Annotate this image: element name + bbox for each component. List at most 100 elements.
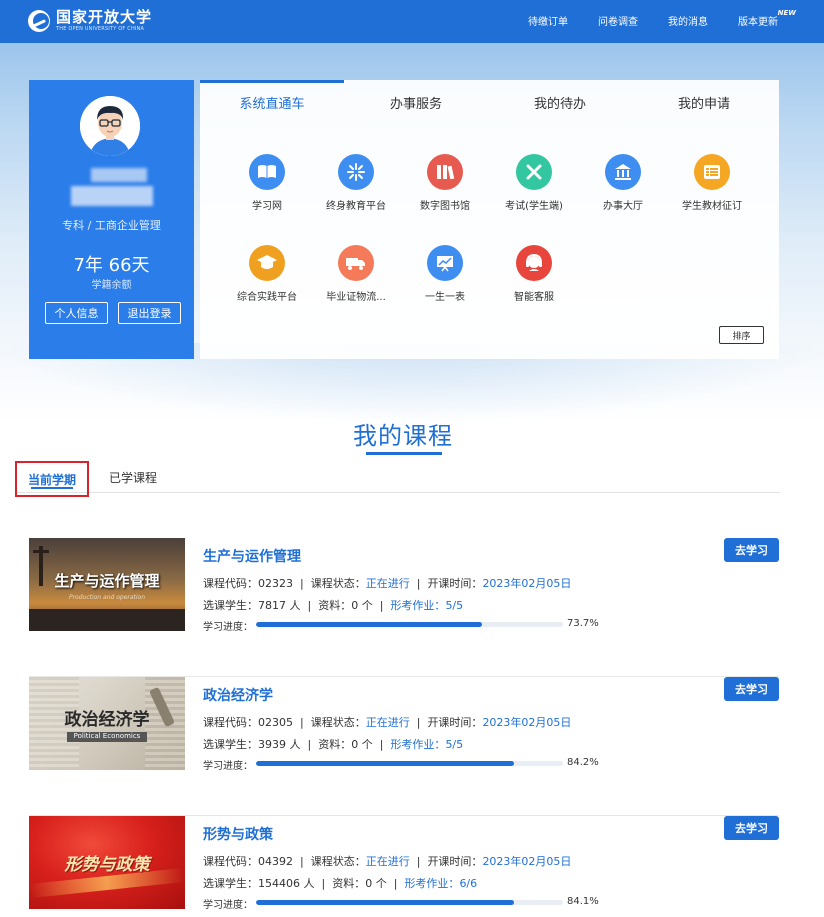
- service-practice-platform[interactable]: 综合实践平台: [222, 245, 312, 303]
- service-exam-student[interactable]: 考试(学生端): [489, 154, 579, 212]
- truck-icon: [338, 245, 374, 281]
- course-code: 02323: [258, 577, 293, 590]
- course-students: 7817 人: [258, 599, 301, 612]
- course-name[interactable]: 政治经济学: [203, 685, 273, 705]
- sort-button[interactable]: 排序: [719, 326, 764, 344]
- progress-fill: [256, 900, 515, 905]
- thumbnail-title: 生产与运作管理: [54, 572, 160, 590]
- course-start-date: 2023年02月05日: [482, 577, 572, 590]
- chart-board-icon: [427, 245, 463, 281]
- progress-bar: [256, 761, 563, 766]
- id-redacted: [71, 186, 153, 206]
- go-study-button[interactable]: 去学习: [724, 538, 779, 562]
- courses-title: 我的课程: [353, 422, 453, 450]
- nav-survey[interactable]: 问卷调查: [598, 13, 638, 28]
- tab-system-shortcuts[interactable]: 系统直通车: [200, 80, 344, 124]
- progress-bar: [256, 900, 563, 905]
- course-name[interactable]: 生产与运作管理: [203, 546, 301, 566]
- list-icon: [694, 154, 730, 190]
- course-thumbnail[interactable]: 生产与运作管理 Production and operation: [29, 538, 185, 631]
- nav-pending-orders[interactable]: 待缴订单: [528, 13, 568, 28]
- course-status: 正在进行: [365, 577, 410, 590]
- course-code: 04392: [258, 855, 293, 868]
- course-homework-link[interactable]: 形考作业：5/5: [390, 599, 463, 612]
- avatar[interactable]: [80, 96, 140, 156]
- nav-my-messages[interactable]: 我的消息: [668, 13, 708, 28]
- course-start-date: 2023年02月05日: [482, 716, 572, 729]
- course-code: 02305: [258, 716, 293, 729]
- building-icon: [605, 154, 641, 190]
- tab-my-applications[interactable]: 我的申请: [632, 80, 776, 124]
- tab-services[interactable]: 办事服务: [344, 80, 488, 124]
- top-nav: 待缴订单 问卷调查 我的消息 版本更新 NEW: [528, 9, 796, 28]
- service-lifelong-education[interactable]: 终身教育平台: [311, 154, 401, 212]
- service-textbook-order[interactable]: 学生教材征订: [667, 154, 757, 212]
- tab-current-semester[interactable]: 当前学期: [15, 461, 89, 497]
- logo-mark-icon: [28, 10, 50, 32]
- progress-label: 学习进度：: [203, 900, 253, 911]
- course-thumbnail[interactable]: 政治经济学 Political Economics: [29, 677, 185, 770]
- student-major: 专科 / 工商企业管理: [62, 219, 161, 232]
- services-tabs: 系统直通车 办事服务 我的待办 我的申请: [200, 80, 779, 124]
- avatar-illustration-icon: [80, 96, 140, 156]
- thumbnail-subtitle: Political Economics: [73, 732, 141, 740]
- course-students: 3939 人: [258, 738, 301, 751]
- course-materials: 0 个: [351, 599, 373, 612]
- logout-button[interactable]: 退出登录: [118, 302, 181, 324]
- course-homework-link[interactable]: 形考作业：6/6: [404, 877, 477, 890]
- thumbnail-subtitle: Production and operation: [68, 594, 146, 601]
- service-diploma-logistics[interactable]: 毕业证物流...: [311, 245, 401, 303]
- course-name[interactable]: 形势与政策: [203, 824, 273, 844]
- logo-subtitle: THE OPEN UNIVERSITY OF CHINA: [56, 26, 145, 32]
- headset-icon: [516, 245, 552, 281]
- course-item: 生产与运作管理 Production and operation 生产与运作管理…: [29, 538, 779, 677]
- course-tabs: 当前学期 已学课程: [15, 461, 780, 497]
- course-materials: 0 个: [365, 877, 387, 890]
- progress-fill: [256, 761, 515, 766]
- progress-value: 84.2%: [567, 757, 599, 768]
- go-study-button[interactable]: 去学习: [724, 816, 779, 840]
- enrollment-balance-label: 学籍余额: [91, 280, 132, 291]
- progress-fill: [256, 622, 483, 627]
- book-icon: [249, 154, 285, 190]
- progress-bar: [256, 622, 563, 627]
- course-item: 形势与政策 形势与政策 课程代码：04392 | 课程状态：正在进行 | 开课时间：20…: [29, 816, 779, 917]
- course-homework-link[interactable]: 形考作业：5/5: [390, 738, 463, 751]
- snowflake-icon: [338, 154, 374, 190]
- course-thumbnail[interactable]: 形势与政策: [29, 816, 185, 909]
- tab-my-todos[interactable]: 我的待办: [488, 80, 632, 124]
- enrollment-balance-value: 7年 66天: [73, 255, 150, 276]
- services-panel: 系统直通车 办事服务 我的待办 我的申请 学习网 终身教育平台 数字图书馆 考试…: [200, 80, 779, 359]
- course-item: 政治经济学 Political Economics 政治经济学 课程代码：023…: [29, 677, 779, 816]
- graduation-cap-icon: [249, 245, 285, 281]
- nav-version-update[interactable]: 版本更新 NEW: [738, 9, 796, 28]
- go-study-button[interactable]: 去学习: [724, 677, 779, 701]
- courses-title-underline: [366, 452, 442, 455]
- course-students: 154406 人: [258, 877, 315, 890]
- service-learning-site[interactable]: 学习网: [222, 154, 312, 212]
- service-office-hall[interactable]: 办事大厅: [578, 154, 668, 212]
- service-digital-library[interactable]: 数字图书馆: [400, 154, 490, 212]
- logo-title: 国家开放大学: [56, 8, 153, 26]
- university-logo[interactable]: 国家开放大学 THE OPEN UNIVERSITY OF CHINA: [28, 7, 152, 35]
- service-smart-support[interactable]: 智能客服: [489, 245, 579, 303]
- top-bar: 国家开放大学 THE OPEN UNIVERSITY OF CHINA 待缴订单…: [0, 0, 824, 43]
- progress-label: 学习进度：: [203, 622, 253, 633]
- progress-label: 学习进度：: [203, 761, 253, 772]
- course-status: 正在进行: [365, 716, 410, 729]
- thumbnail-title: 政治经济学: [64, 710, 150, 730]
- name-redacted: [91, 168, 147, 182]
- progress-value: 73.7%: [567, 618, 599, 629]
- profile-card: 专科 / 工商企业管理 7年 66天 学籍余额 个人信息 退出登录: [29, 80, 194, 359]
- tab-completed-courses[interactable]: 已学课程: [103, 461, 163, 493]
- pencil-ruler-icon: [516, 154, 552, 190]
- bookshelf-icon: [427, 154, 463, 190]
- course-status: 正在进行: [365, 855, 410, 868]
- thumbnail-title: 形势与政策: [64, 855, 150, 875]
- course-materials: 0 个: [351, 738, 373, 751]
- service-life-record[interactable]: 一生一表: [400, 245, 490, 303]
- progress-value: 84.1%: [567, 896, 599, 907]
- personal-info-button[interactable]: 个人信息: [45, 302, 108, 324]
- course-start-date: 2023年02月05日: [482, 855, 572, 868]
- new-badge: NEW: [777, 9, 796, 17]
